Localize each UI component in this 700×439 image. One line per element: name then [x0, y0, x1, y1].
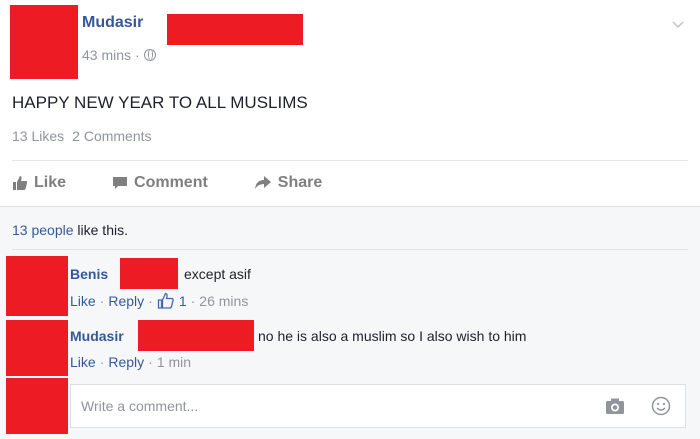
comment-like-link[interactable]: Like [70, 354, 96, 370]
like-thumb-icon [13, 176, 28, 190]
post-body-text: HAPPY NEW YEAR TO ALL MUSLIMS [12, 93, 308, 112]
comment-input-placeholder[interactable]: Write a comment... [81, 398, 198, 414]
comment-author-surname-redacted [138, 320, 254, 351]
comment-author-name[interactable]: Mudasir [70, 328, 124, 344]
likes-summary-text: like this. [73, 222, 128, 238]
post-meta: 43 mins · [82, 47, 156, 63]
post-counts: 13 Likes 2 Comments [12, 128, 152, 144]
comment-reaction-count[interactable]: 1 [179, 293, 187, 309]
reaction-thumb-icon[interactable] [157, 292, 175, 309]
comment-composer[interactable]: Write a comment... [70, 384, 686, 428]
meta-separator: · [99, 354, 105, 370]
comment-meta: Like · Reply · 1 min [70, 354, 191, 370]
commenter-avatar-redacted[interactable] [6, 256, 68, 316]
comment-timestamp[interactable]: 1 min [157, 354, 191, 370]
camera-icon[interactable] [605, 397, 625, 415]
meta-separator: · [148, 292, 153, 309]
comment-text: no he is also a muslim so I also wish to… [258, 328, 527, 344]
like-button-label: Like [34, 174, 67, 191]
share-button[interactable]: Share [254, 174, 322, 192]
comment-like-link[interactable]: Like [70, 293, 96, 309]
like-button[interactable]: Like [12, 174, 66, 192]
comments-divider [12, 249, 688, 250]
comment-bubble-icon [113, 177, 128, 189]
emoji-smiley-icon[interactable] [651, 396, 671, 416]
post-author-name[interactable]: Mudasir [82, 14, 143, 32]
chevron-down-icon[interactable] [670, 16, 686, 32]
share-button-label: Share [277, 174, 323, 191]
author-surname-redacted [167, 14, 303, 45]
meta-separator: · [190, 292, 196, 309]
comment-timestamp[interactable]: 26 mins [199, 293, 248, 309]
comment-text: except asif [184, 266, 251, 282]
share-arrow-icon [254, 176, 271, 189]
author-avatar-redacted[interactable] [10, 5, 78, 79]
comment-button-label: Comment [134, 174, 208, 191]
comments-count-link[interactable]: 2 Comments [72, 128, 151, 144]
meta-separator: · [99, 292, 105, 309]
likes-summary: 13 people like this. [12, 222, 128, 238]
likes-count-link[interactable]: 13 Likes [12, 128, 64, 144]
comment-author-surname-redacted [120, 258, 178, 289]
comment-author-name[interactable]: Benis [70, 266, 108, 282]
meta-separator: · [135, 47, 140, 63]
likes-summary-link[interactable]: 13 people [12, 222, 74, 238]
comment-meta: Like · Reply · 1 · 26 mins [70, 292, 248, 309]
post-action-bar: Like Comment Share [12, 174, 368, 192]
post-timestamp[interactable]: 43 mins [82, 47, 131, 63]
comment-button[interactable]: Comment [112, 174, 208, 192]
globe-icon[interactable] [143, 49, 156, 61]
viewer-avatar-redacted [6, 378, 68, 434]
post-divider [12, 160, 688, 161]
meta-separator: · [148, 354, 153, 370]
comment-reply-link[interactable]: Reply [108, 293, 144, 309]
commenter-avatar-redacted[interactable] [6, 320, 68, 376]
comment-reply-link[interactable]: Reply [108, 354, 144, 370]
